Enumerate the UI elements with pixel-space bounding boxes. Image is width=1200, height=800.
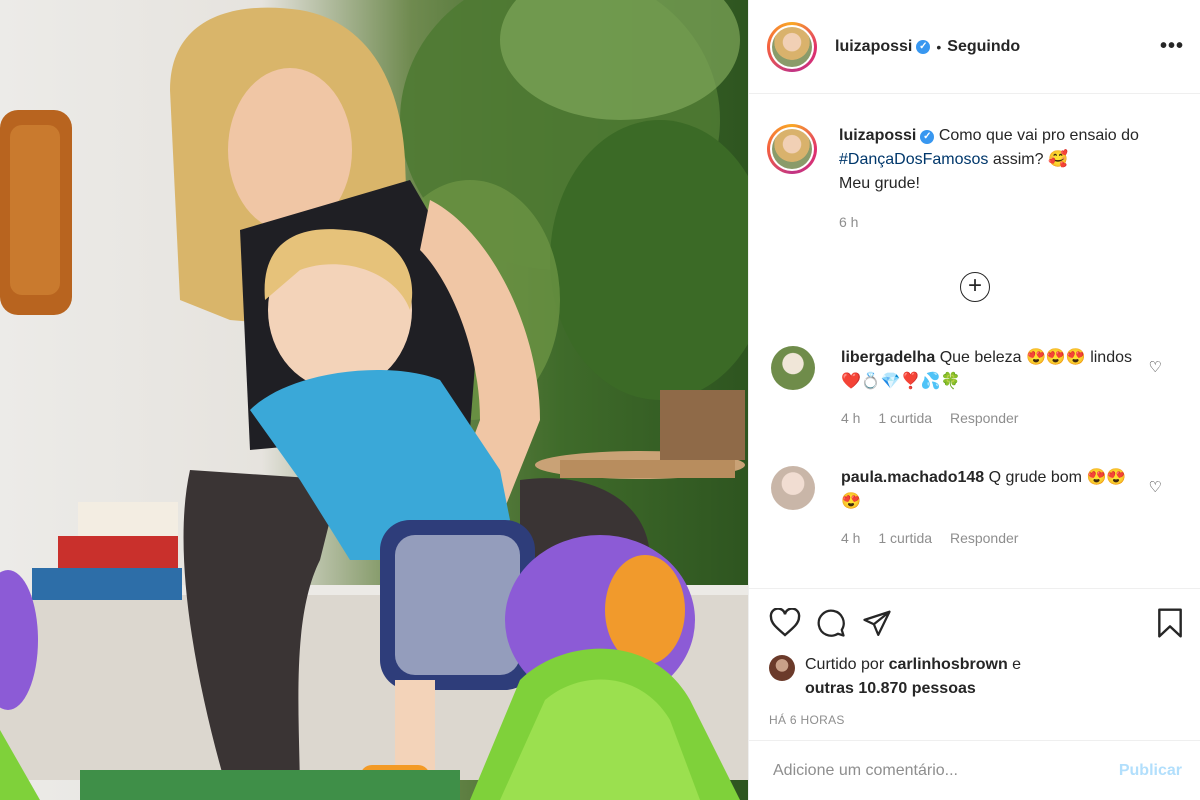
caption-avatar[interactable] [767, 124, 817, 174]
commenter-avatar[interactable] [771, 466, 815, 510]
comment-timestamp: 4 h [841, 410, 861, 426]
post-side-panel: luizapossi ✓ • Seguindo ••• luizapossi ✓ … [748, 0, 1200, 800]
comments-section: luizapossi ✓ Como que vai pro ensaio do #… [749, 94, 1200, 588]
publish-button[interactable]: Publicar [1119, 762, 1182, 780]
comment-timestamp: 4 h [841, 530, 861, 546]
reply-button[interactable]: Responder [950, 530, 1019, 546]
likes-prefix: Curtido por [805, 656, 889, 673]
follow-status-button[interactable]: Seguindo [947, 38, 1020, 56]
more-options-icon[interactable]: ••• [1160, 35, 1184, 58]
comment-bubble-icon[interactable] [815, 608, 847, 638]
caption-text: Como que vai pro ensaio do [938, 127, 1139, 144]
save-bookmark-icon[interactable] [1156, 607, 1184, 639]
comment-likes[interactable]: 1 curtida [878, 410, 932, 426]
caption-line2: Meu grude! [839, 175, 920, 192]
comment-username[interactable]: paula.machado148 [841, 469, 984, 486]
caption-text-end: assim? 🥰 [988, 151, 1068, 168]
comment-meta: 4 h 1 curtida Responder [841, 526, 1141, 550]
comment-input[interactable] [771, 760, 1119, 781]
author-avatar[interactable] [767, 21, 817, 72]
liker-avatar[interactable] [769, 655, 795, 681]
liker-username[interactable]: carlinhosbrown [889, 656, 1008, 673]
comment-like-heart-icon[interactable]: ♡ [1149, 358, 1162, 376]
comment-username[interactable]: libergadelha [841, 349, 935, 366]
share-send-icon[interactable] [861, 608, 893, 638]
caption-username[interactable]: luizapossi [839, 127, 916, 144]
post-header: luizapossi ✓ • Seguindo ••• [749, 0, 1200, 94]
likes-conj: e [1007, 656, 1022, 673]
post-actions: Curtido por carlinhosbrown e outras 10.8… [749, 588, 1200, 740]
load-more-comments-icon[interactable]: + [960, 272, 990, 302]
comment-item: libergadelha Que beleza 😍😍😍 lindos ❤️💍💎❣… [771, 346, 1184, 430]
post-timestamp: HÁ 6 HORAS [769, 713, 845, 727]
comment-like-heart-icon[interactable]: ♡ [1149, 478, 1162, 496]
separator-dot: • [936, 38, 942, 55]
likes-others-link[interactable]: outras 10.870 pessoas [805, 680, 976, 697]
like-heart-icon[interactable] [769, 608, 801, 638]
post-photo [0, 0, 748, 800]
comment-meta: 4 h 1 curtida Responder [841, 406, 1141, 430]
verified-icon: ✓ [916, 39, 931, 54]
caption-hashtag-link[interactable]: #DançaDosFamosos [839, 151, 988, 168]
author-username[interactable]: luizapossi [835, 38, 912, 56]
add-comment-bar: Publicar [749, 740, 1200, 800]
comment-item: paula.machado148 Q grude bom 😍😍😍 4 h 1 c… [771, 466, 1184, 550]
likes-summary: Curtido por carlinhosbrown e outras 10.8… [769, 653, 1184, 701]
comment-likes[interactable]: 1 curtida [878, 530, 932, 546]
reply-button[interactable]: Responder [950, 410, 1019, 426]
post-caption: luizapossi ✓ Como que vai pro ensaio do #… [749, 94, 1200, 234]
verified-icon: ✓ [920, 130, 935, 144]
caption-timestamp: 6 h [839, 214, 859, 230]
commenter-avatar[interactable] [771, 346, 815, 390]
